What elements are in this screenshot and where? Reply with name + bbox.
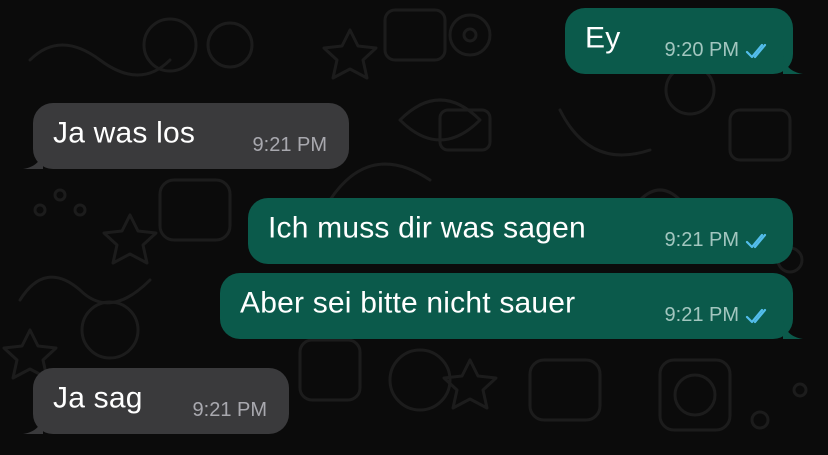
message-meta: 9:20 PM (665, 39, 773, 62)
message-bubble-outgoing[interactable]: Ich muss dir was sagen 9:21 PM (248, 198, 793, 264)
message-bubble-outgoing[interactable]: Aber sei bitte nicht sauer 9:21 PM (220, 273, 803, 339)
double-check-icon (745, 43, 767, 58)
message-bubble-incoming[interactable]: Ja sag 9:21 PM (23, 368, 289, 434)
message-text: Ey (585, 21, 621, 55)
double-check-icon (745, 308, 767, 323)
double-check-icon (745, 233, 767, 248)
message-time: 9:21 PM (664, 229, 739, 251)
bubble-tail (23, 416, 43, 434)
message-meta: 9:21 PM (665, 229, 773, 252)
message-text: Aber sei bitte nicht sauer (240, 286, 576, 320)
message-text: Ja sag (53, 381, 143, 415)
message-bubble-incoming[interactable]: Ja was los 9:21 PM (23, 103, 349, 169)
bubble-tail (783, 321, 803, 339)
message-meta: 9:21 PM (665, 304, 773, 327)
bubble-tail (783, 56, 803, 74)
message-time: 9:21 PM (252, 134, 327, 156)
message-time: 9:20 PM (664, 39, 739, 61)
message-text: Ja was los (53, 116, 196, 150)
message-time: 9:21 PM (664, 304, 739, 326)
message-meta: 9:21 PM (193, 399, 267, 422)
chat-area[interactable]: Ey 9:20 PM Ja was los 9:21 PM Ich muss d… (0, 0, 828, 455)
bubble-tail (23, 151, 43, 169)
message-meta: 9:21 PM (253, 134, 327, 157)
message-time: 9:21 PM (192, 399, 267, 421)
message-text: Ich muss dir was sagen (268, 211, 586, 245)
message-bubble-outgoing[interactable]: Ey 9:20 PM (565, 8, 803, 74)
